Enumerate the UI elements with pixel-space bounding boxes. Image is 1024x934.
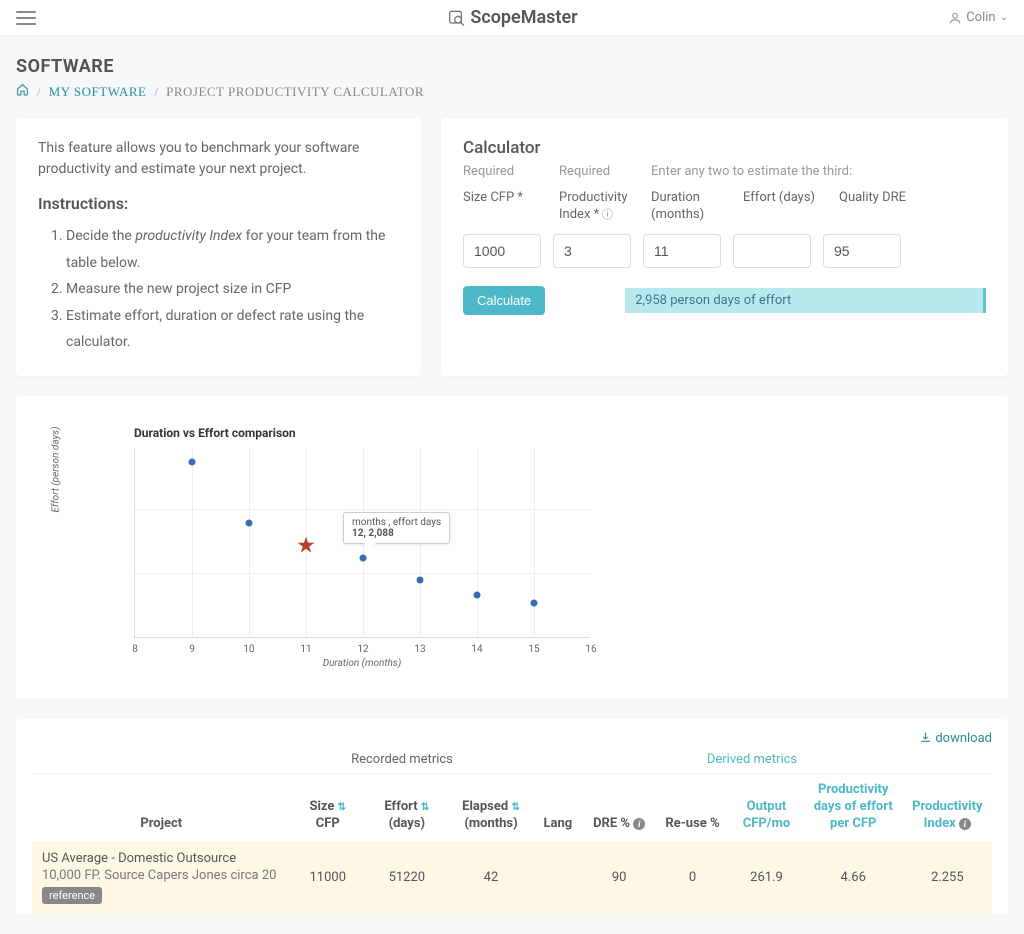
recorded-metrics-label: Recorded metrics <box>32 752 512 767</box>
th-project[interactable]: Project <box>32 773 291 840</box>
logo-text: ScopeMaster <box>470 7 577 28</box>
th-effort[interactable]: Effort ⇅(days) <box>365 773 449 840</box>
intro-card: This feature allows you to benchmark you… <box>16 118 421 376</box>
chart-point[interactable] <box>360 554 367 561</box>
reference-badge: reference <box>42 887 102 904</box>
chart-point[interactable] <box>531 599 538 606</box>
calculator-title: Calculator <box>463 138 986 158</box>
sort-icon[interactable]: ⇅ <box>511 802 519 813</box>
th-dre[interactable]: DRE % i <box>582 773 655 840</box>
page-title: SOFTWARE <box>16 56 1008 77</box>
x-tick: 12 <box>357 644 368 655</box>
x-tick: 13 <box>414 644 425 655</box>
logo: ScopeMaster <box>446 7 577 28</box>
chart-point[interactable] <box>417 576 424 583</box>
info-icon[interactable]: ⓘ <box>599 208 613 221</box>
cell-prod-days: 4.66 <box>804 841 903 914</box>
duration-input[interactable] <box>643 234 721 268</box>
user-name: Colin <box>966 10 995 25</box>
calculate-button[interactable]: Calculate <box>463 286 545 315</box>
result-bar: 2,958 person days of effort <box>625 288 986 313</box>
chart-plot[interactable]: 8910111213141516★months , effort days12,… <box>134 448 590 638</box>
size-input[interactable] <box>463 234 541 268</box>
th-prod-days[interactable]: Productivity days of effort per CFP <box>804 773 903 840</box>
cell-prod-index: 2.255 <box>903 841 992 914</box>
x-axis-label: Duration (months) <box>134 658 590 669</box>
chart-point[interactable] <box>189 459 196 466</box>
instruction-step: Estimate effort, duration or defect rate… <box>66 303 399 356</box>
chart-point[interactable] <box>474 592 481 599</box>
intro-text: This feature allows you to benchmark you… <box>38 138 399 180</box>
menu-icon[interactable] <box>16 11 36 25</box>
cell-effort: 51220 <box>365 841 449 914</box>
chart-card: Duration vs Effort comparison Effort (pe… <box>16 396 1008 699</box>
cell-project: US Average - Domestic Outsource 10,000 F… <box>32 841 291 914</box>
instruction-step: Measure the new project size in CFP <box>66 276 399 303</box>
sort-icon[interactable]: ⇅ <box>338 802 346 813</box>
x-tick: 10 <box>243 644 254 655</box>
info-icon[interactable]: i <box>633 818 645 830</box>
breadcrumb-my-software[interactable]: MY SOFTWARE <box>49 84 147 100</box>
th-output[interactable]: OutputCFP/mo <box>729 773 804 840</box>
info-icon[interactable]: i <box>959 818 971 830</box>
chart-point[interactable] <box>246 519 253 526</box>
home-icon <box>16 83 29 96</box>
duration-label: Duration (months) <box>651 190 743 224</box>
x-tick: 9 <box>189 644 195 655</box>
y-axis-label: Effort (person days) <box>51 427 62 513</box>
instructions-title: Instructions: <box>38 194 399 213</box>
cell-lang <box>533 841 582 914</box>
quality-label: Quality DRE <box>839 190 935 224</box>
quality-input[interactable] <box>823 234 901 268</box>
chart-selected-star[interactable]: ★ <box>296 533 316 558</box>
effort-label: Effort (days) <box>743 190 839 224</box>
x-tick: 14 <box>471 644 482 655</box>
x-tick: 16 <box>585 644 596 655</box>
sort-icon[interactable]: ⇅ <box>421 802 429 813</box>
breadcrumb-current: PROJECT PRODUCTIVITY CALCULATOR <box>166 84 424 100</box>
cell-size: 11000 <box>291 841 365 914</box>
th-size[interactable]: Size ⇅CFP <box>291 773 365 840</box>
th-prod-index[interactable]: Productivity Index i <box>903 773 992 840</box>
cell-reuse: 0 <box>656 841 729 914</box>
effort-input[interactable] <box>733 234 811 268</box>
productivity-label: Productivity Index * ⓘ <box>559 190 651 224</box>
cell-output: 261.9 <box>729 841 804 914</box>
required-label: Required <box>559 164 651 180</box>
x-tick: 8 <box>132 644 138 655</box>
hint-label: Enter any two to estimate the third: <box>651 164 743 180</box>
breadcrumb-home[interactable] <box>16 83 29 100</box>
size-label: Size CFP * <box>463 190 559 224</box>
th-lang[interactable]: Lang <box>533 773 582 840</box>
chart-tooltip: months , effort days12, 2,088 <box>343 512 450 544</box>
required-label: Required <box>463 164 559 180</box>
download-icon <box>919 731 932 744</box>
breadcrumb: / MY SOFTWARE / PROJECT PRODUCTIVITY CAL… <box>16 83 1008 100</box>
chart-title: Duration vs Effort comparison <box>134 426 596 440</box>
user-menu[interactable]: Colin ⌄ <box>948 10 1008 25</box>
cell-elapsed: 42 <box>449 841 534 914</box>
cell-dre: 90 <box>582 841 655 914</box>
derived-metrics-label: Derived metrics <box>512 752 992 767</box>
calculator-card: Calculator Required Size CFP * Required … <box>441 118 1008 376</box>
table-row[interactable]: US Average - Domestic Outsource 10,000 F… <box>32 841 992 914</box>
th-elapsed[interactable]: Elapsed ⇅(months) <box>449 773 534 840</box>
x-tick: 15 <box>528 644 539 655</box>
download-link[interactable]: download <box>32 731 992 746</box>
metrics-table: Project Size ⇅CFP Effort ⇅(days) Elapsed… <box>32 773 992 914</box>
instruction-step: Decide the productivity Index for your t… <box>66 223 399 276</box>
x-tick: 11 <box>300 644 311 655</box>
th-reuse[interactable]: Re-use % <box>656 773 729 840</box>
productivity-input[interactable] <box>553 234 631 268</box>
chevron-down-icon: ⌄ <box>1000 12 1008 23</box>
table-card: download Recorded metrics Derived metric… <box>16 719 1008 914</box>
user-icon <box>948 11 962 25</box>
